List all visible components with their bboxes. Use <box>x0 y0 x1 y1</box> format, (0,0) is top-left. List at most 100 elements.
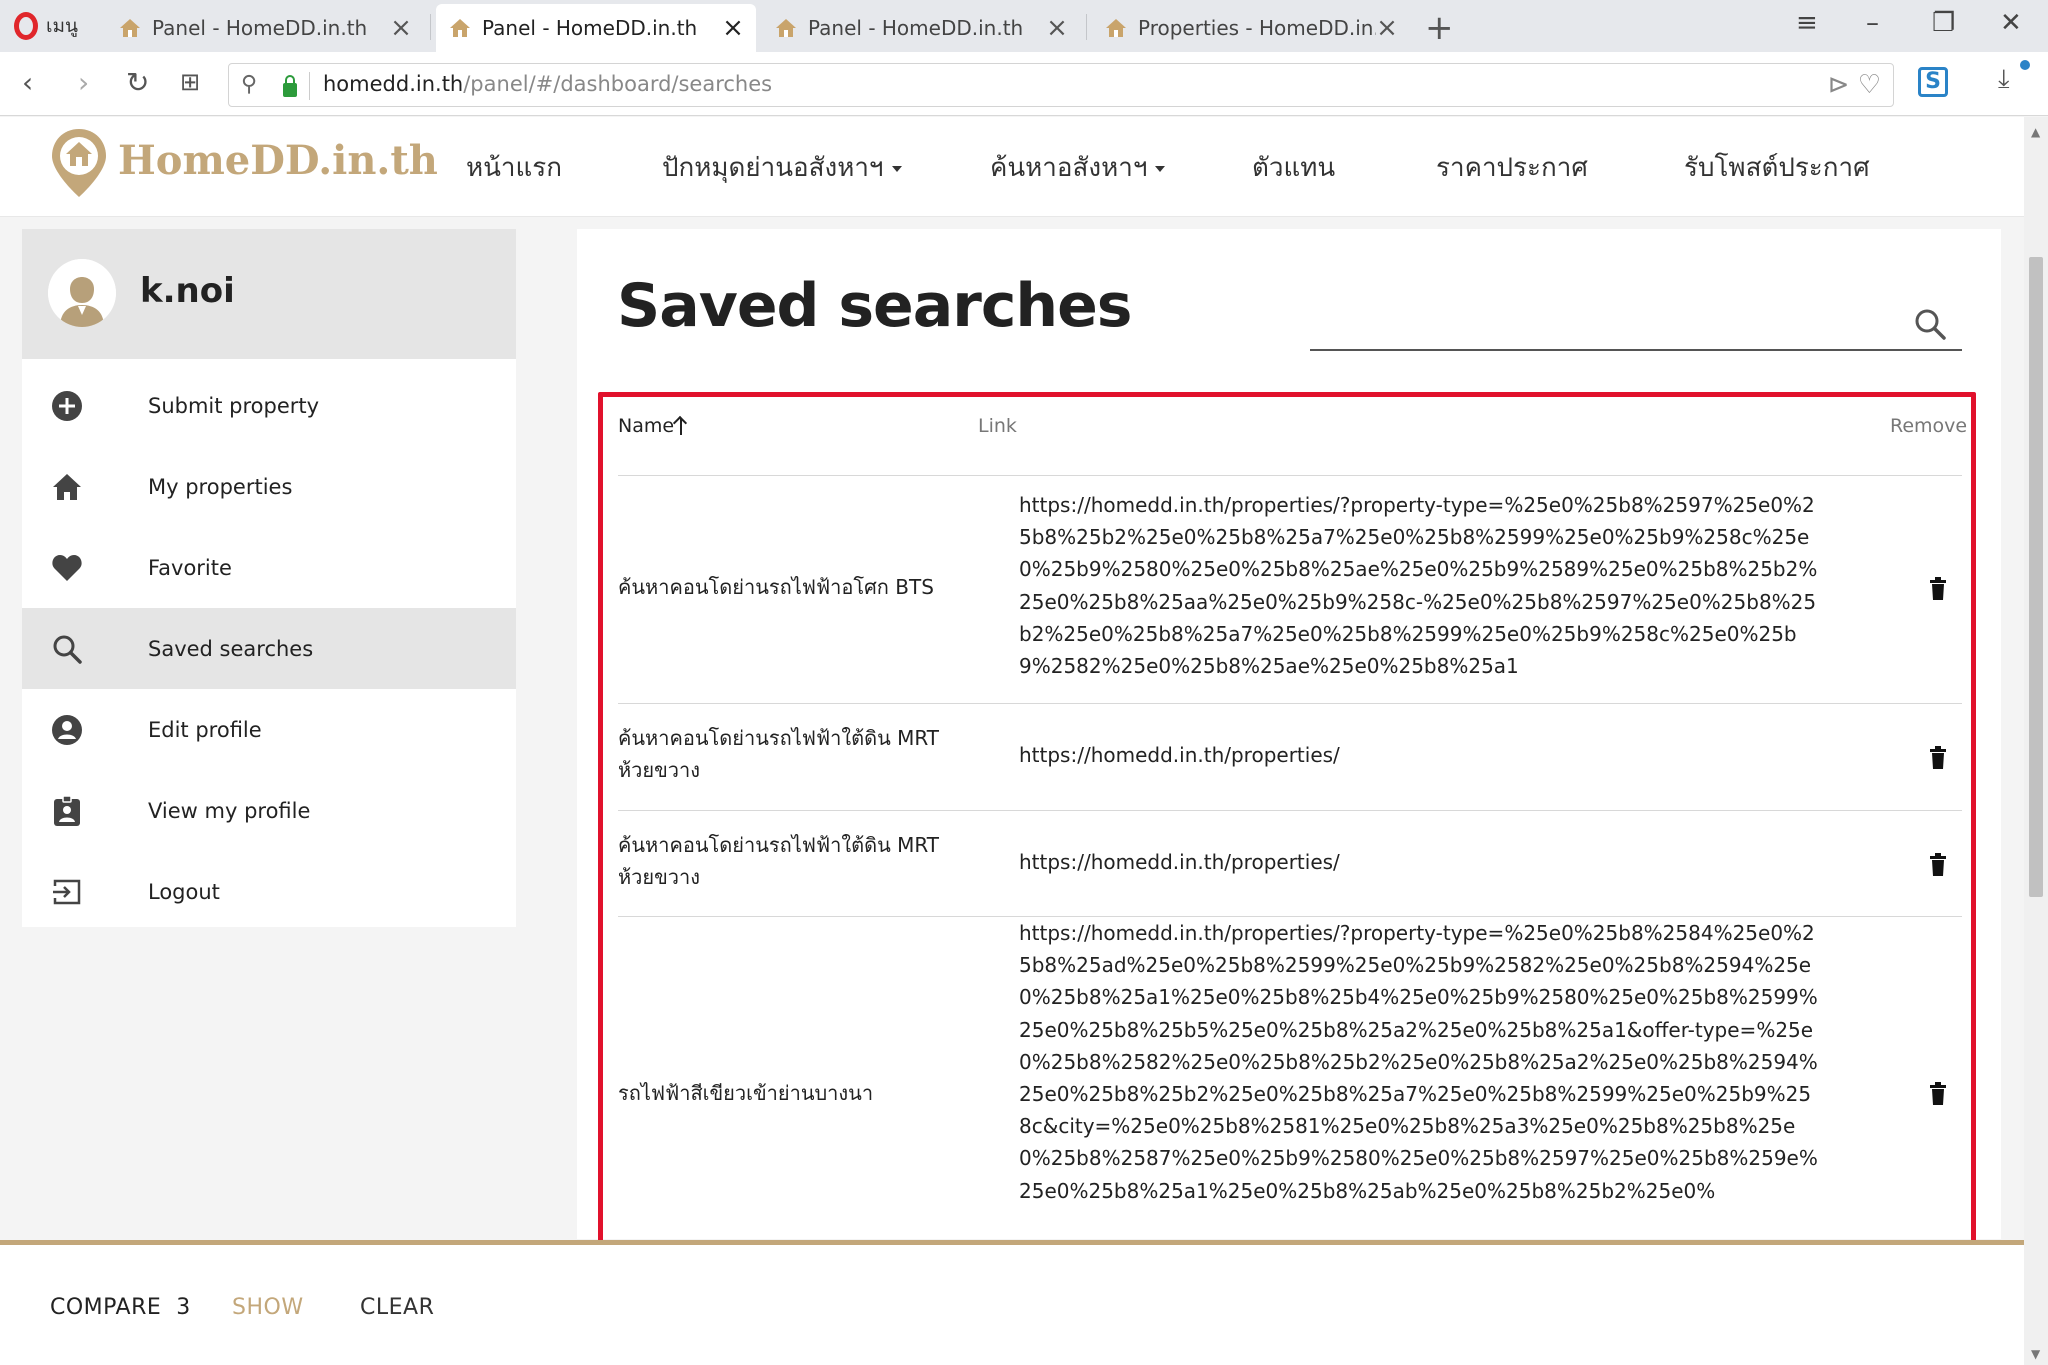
sidebar-item-logout[interactable]: Logout <box>22 851 516 932</box>
tab-title: Panel - HomeDD.in.th <box>482 16 698 40</box>
saved-search-name: ค้นหาคอนโดย่านรถไฟฟ้าอโศก BTS <box>618 575 934 599</box>
saved-search-link[interactable]: https://homedd.in.th/properties/ <box>1019 739 1819 771</box>
trash-icon[interactable] <box>1928 1082 1948 1106</box>
badge-icon <box>50 794 84 828</box>
logo-pin-icon[interactable] <box>50 127 108 199</box>
tab-close-icon[interactable]: × <box>722 15 744 41</box>
address-toolbar: ‹ › ↻ ⊞ ⚲ homedd.in.th/panel/#/dashboard… <box>0 52 2048 116</box>
sidebar-item-label: View my profile <box>148 798 311 823</box>
nav-home[interactable]: หน้าแรก <box>466 147 562 188</box>
saved-search-name: ค้นหาคอนโดย่านรถไฟฟ้าใต้ดิน MRT ห้วยขวาง <box>618 726 940 782</box>
nav-label: หน้าแรก <box>466 153 562 183</box>
tab-title: Panel - HomeDD.in.th <box>808 16 1024 40</box>
nav-search-property[interactable]: ค้นหาอสังหาฯ <box>990 147 1166 188</box>
speed-dial-icon[interactable]: ⊞ <box>180 68 200 96</box>
compare-clear-button[interactable]: CLEAR <box>360 1295 434 1320</box>
browser-tab[interactable]: Properties - HomeDD.in.th × <box>1092 4 1410 52</box>
new-tab-icon[interactable]: + <box>1425 8 1454 48</box>
reload-icon[interactable]: ↻ <box>126 66 149 99</box>
browser-tab-active[interactable]: Panel - HomeDD.in.th × <box>436 4 756 52</box>
plus-circle-icon <box>50 389 84 423</box>
table-row: รถไฟฟ้าสีเขียวเข้าย่านบางนา https://home… <box>618 917 1962 1239</box>
restore-icon[interactable]: ❐ <box>1932 8 1955 38</box>
tab-title: Properties - HomeDD.in.th <box>1138 16 1376 40</box>
download-notification-dot <box>2020 60 2030 70</box>
search-icon[interactable] <box>1913 307 1947 341</box>
user-avatar-icon <box>48 259 116 327</box>
account-circle-icon <box>50 713 84 747</box>
tab-title: Panel - HomeDD.in.th <box>152 16 368 40</box>
caret-down-icon <box>891 165 902 172</box>
house-favicon-icon <box>776 19 796 37</box>
saved-search-link[interactable]: https://homedd.in.th/properties/ <box>1019 846 1819 878</box>
sidebar-item-label: Submit property <box>148 393 320 418</box>
site-header: HomeDD.in.th หน้าแรก ปักหมุดย่านอสังหาฯ … <box>0 117 2024 217</box>
sidebar-item-favorite[interactable]: Favorite <box>22 527 516 608</box>
sidebar-item-label: Edit profile <box>148 717 262 742</box>
dashboard-sidebar: k.noi Submit property My properties Favo… <box>22 229 516 927</box>
sort-ascending-icon <box>680 418 683 435</box>
lock-icon[interactable] <box>283 75 297 97</box>
browser-tab-bar: เมนู Panel - HomeDD.in.th × Panel - Home… <box>0 0 2048 52</box>
column-header-name[interactable]: Name <box>618 415 683 437</box>
nav-price-listing[interactable]: ราคาประกาศ <box>1436 147 1588 188</box>
page-scrollbar[interactable]: ▲ ▼ <box>2024 117 2048 1365</box>
scroll-down-icon[interactable]: ▼ <box>2031 1347 2040 1361</box>
scroll-up-icon[interactable]: ▲ <box>2031 125 2040 139</box>
column-header-remove: Remove <box>1890 415 1968 437</box>
bookmark-heart-icon[interactable]: ♡ <box>1858 70 1881 100</box>
table-row: ค้นหาคอนโดย่านรถไฟฟ้าใต้ดิน MRT ห้วยขวาง… <box>618 811 1962 916</box>
trash-icon[interactable] <box>1928 746 1948 770</box>
site-logo-text[interactable]: HomeDD.in.th <box>118 137 438 184</box>
scroll-thumb[interactable] <box>2029 257 2043 897</box>
saved-search-name: ค้นหาคอนโดย่านรถไฟฟ้าใต้ดิน MRT ห้วยขวาง <box>618 833 940 889</box>
trash-icon[interactable] <box>1928 577 1948 601</box>
sidebar-item-label: Saved searches <box>148 636 314 661</box>
forward-icon[interactable]: › <box>78 66 89 99</box>
tab-close-icon[interactable]: × <box>1046 15 1068 41</box>
sidebar-item-submit-property[interactable]: Submit property <box>22 365 516 446</box>
easy-setup-icon[interactable]: ≡ <box>1796 8 1818 38</box>
sidebar-item-saved-searches[interactable]: Saved searches <box>22 608 516 689</box>
browser-tab[interactable]: Panel - HomeDD.in.th × <box>106 4 424 52</box>
opera-logo-icon <box>14 12 38 40</box>
nav-agents[interactable]: ตัวแทน <box>1252 147 1335 188</box>
tab-divider <box>430 14 431 40</box>
back-icon[interactable]: ‹ <box>22 66 33 99</box>
sidebar-item-my-properties[interactable]: My properties <box>22 446 516 527</box>
sidebar-item-view-profile[interactable]: View my profile <box>22 770 516 851</box>
nav-label: ปักหมุดย่านอสังหาฯ <box>662 153 884 183</box>
compare-label: COMPARE 3 <box>50 1295 191 1320</box>
saved-search-link[interactable]: https://homedd.in.th/properties/?propert… <box>1019 489 1819 682</box>
tab-close-icon[interactable]: × <box>1376 15 1398 41</box>
column-header-name-label: Name <box>618 415 675 437</box>
nav-pin-area[interactable]: ปักหมุดย่านอสังหาฯ <box>662 147 902 188</box>
nav-label: รับโพสต์ประกาศ <box>1684 153 1870 183</box>
sidebar-item-edit-profile[interactable]: Edit profile <box>22 689 516 770</box>
nav-label: ราคาประกาศ <box>1436 153 1588 183</box>
saved-search-link[interactable]: https://homedd.in.th/properties/?propert… <box>1019 917 1819 1207</box>
username: k.noi <box>140 271 235 311</box>
url-field[interactable]: ⚲ homedd.in.th/panel/#/dashboard/searche… <box>228 63 1894 107</box>
nav-post-listing[interactable]: รับโพสต์ประกาศ <box>1684 147 1870 188</box>
table-row: ค้นหาคอนโดย่านรถไฟฟ้าใต้ดิน MRT ห้วยขวาง… <box>618 704 1962 810</box>
minimize-icon[interactable]: – <box>1866 8 1879 38</box>
close-window-icon[interactable]: ✕ <box>2000 8 2022 38</box>
compare-text: COMPARE <box>50 1295 162 1320</box>
saved-searches-panel: Saved searches Name Link Remove ค้นหาคอน… <box>577 229 2001 1239</box>
key-icon[interactable]: ⚲ <box>241 72 257 97</box>
url-domain: homedd.in.th <box>323 72 464 96</box>
tab-close-icon[interactable]: × <box>390 15 412 41</box>
trash-icon[interactable] <box>1928 853 1948 877</box>
url-divider <box>309 72 310 100</box>
avatar[interactable] <box>48 259 116 327</box>
download-icon[interactable]: ⤓ <box>1998 64 2010 95</box>
sidebar-item-label: Logout <box>148 879 220 904</box>
url-text[interactable]: homedd.in.th/panel/#/dashboard/searches <box>323 72 772 96</box>
browser-tab[interactable]: Panel - HomeDD.in.th × <box>762 4 1080 52</box>
search-input[interactable] <box>1310 349 1962 351</box>
opera-menu-button[interactable]: เมนู <box>14 10 78 42</box>
compare-show-button[interactable]: SHOW <box>232 1295 304 1320</box>
sync-extension-icon[interactable]: S <box>1918 67 1948 97</box>
send-icon[interactable]: ⊳ <box>1828 70 1850 100</box>
